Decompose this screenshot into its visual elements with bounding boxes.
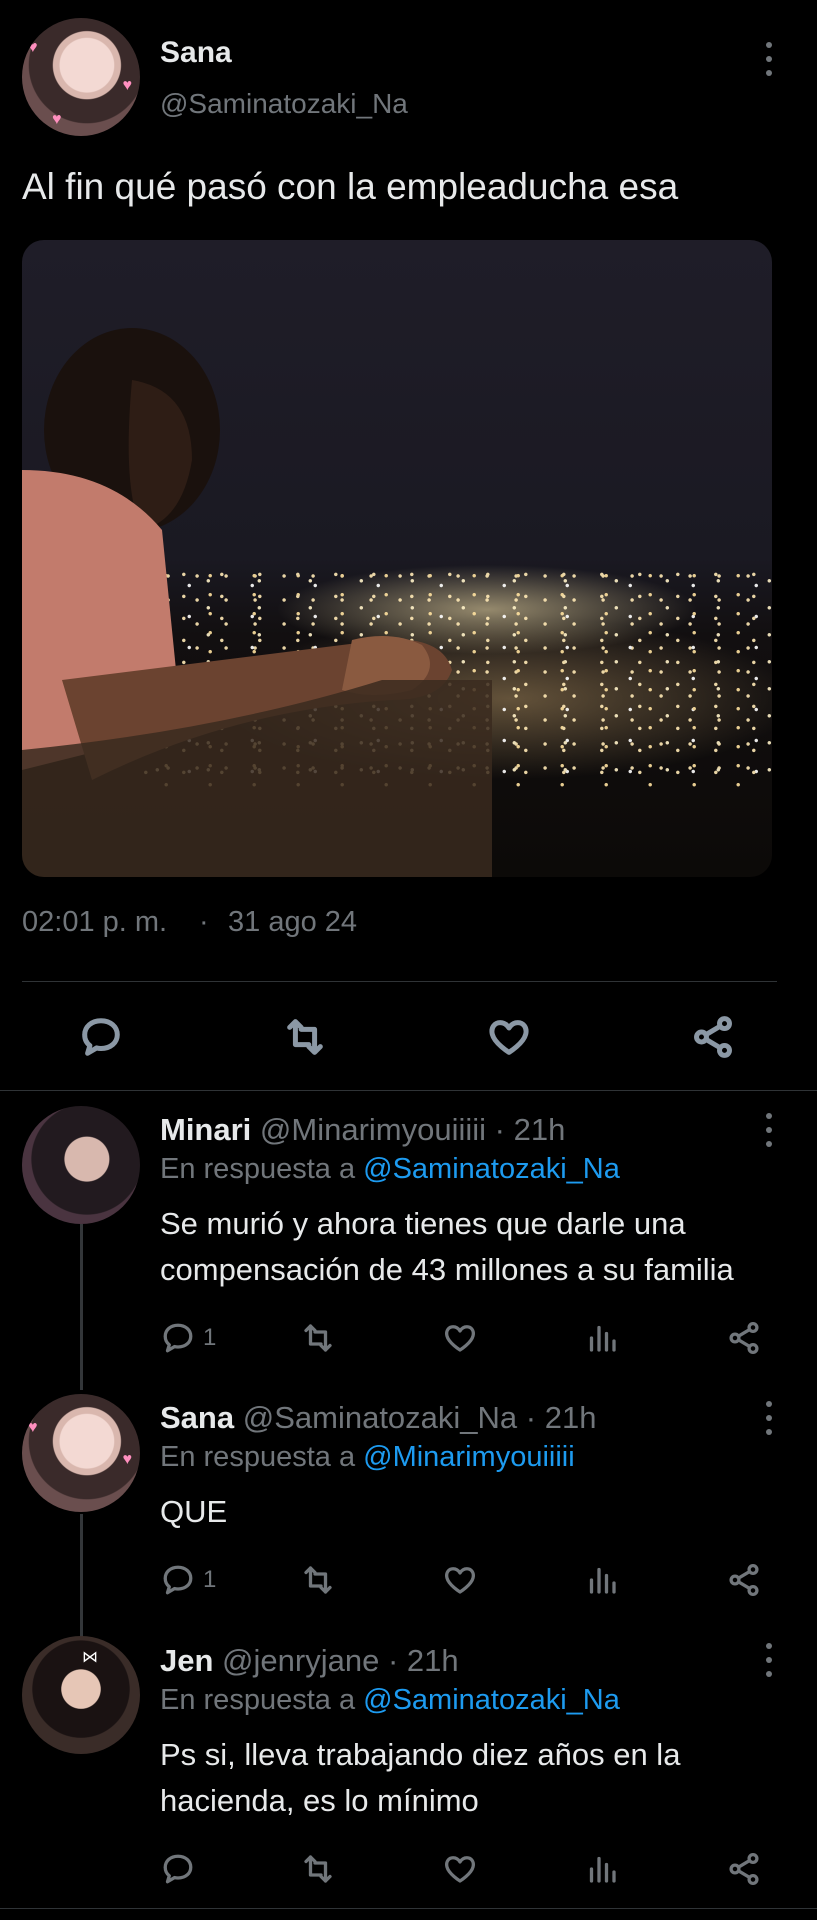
- share-icon[interactable]: [726, 1562, 762, 1598]
- tweet-date-separator: ·: [199, 906, 209, 938]
- more-icon[interactable]: [759, 1643, 779, 1677]
- bow-icon: ⋈: [82, 1649, 98, 1666]
- reply-text-line: hacienda, es lo mínimo: [160, 1783, 479, 1818]
- reply-context: En respuesta a @Minarimyouiiiii: [160, 1441, 575, 1474]
- heart-sticker-icon: ♥: [28, 1419, 38, 1436]
- reply-time: · 21h: [494, 1112, 566, 1147]
- reply-icon[interactable]: [78, 1014, 124, 1060]
- reply-text-line: Ps si, lleva trabajando diez años en la: [160, 1737, 681, 1772]
- reply-context: En respuesta a @Saminatozaki_Na: [160, 1153, 620, 1186]
- reply-icon[interactable]: [160, 1320, 196, 1356]
- share-icon[interactable]: [726, 1320, 762, 1356]
- reply-count: 1: [203, 1566, 217, 1593]
- reply-to-link[interactable]: @Saminatozaki_Na: [363, 1684, 620, 1716]
- reply-time: · 21h: [525, 1400, 597, 1435]
- reply-header: Minari @Minarimyouiiiii · 21h: [160, 1112, 565, 1148]
- reply-context: En respuesta a @Saminatozaki_Na: [160, 1684, 620, 1717]
- views-icon[interactable]: [584, 1320, 620, 1356]
- heart-sticker-icon: ♥: [28, 39, 38, 56]
- author-name[interactable]: Sana: [160, 1400, 234, 1435]
- thread-line: [80, 1514, 83, 1638]
- reply-text-line: Se murió y ahora tienes que darle una: [160, 1206, 686, 1241]
- tweet-photo[interactable]: [22, 240, 772, 877]
- reply-text-line: QUE: [160, 1494, 228, 1529]
- share-icon[interactable]: [726, 1851, 762, 1887]
- share-icon[interactable]: [690, 1014, 736, 1060]
- retweet-icon[interactable]: [300, 1851, 336, 1887]
- reply-header: Jen @jenryjane · 21h: [160, 1643, 459, 1679]
- heart-icon[interactable]: [486, 1014, 532, 1060]
- retweet-icon[interactable]: [282, 1014, 328, 1060]
- author-name[interactable]: Minari: [160, 1112, 251, 1147]
- reply-time: · 21h: [387, 1643, 459, 1678]
- reply-prefix: En respuesta a: [160, 1441, 356, 1473]
- views-icon[interactable]: [584, 1562, 620, 1598]
- reply-header: Sana @Saminatozaki_Na · 21h: [160, 1400, 596, 1436]
- reply-to-link[interactable]: @Saminatozaki_Na: [363, 1153, 620, 1185]
- more-icon[interactable]: [759, 1401, 779, 1435]
- reply-prefix: En respuesta a: [160, 1153, 356, 1185]
- tweet-text: Al fin qué pasó con la empleaducha esa: [22, 166, 679, 207]
- tweet-time: 02:01 p. m.: [22, 906, 168, 938]
- heart-icon[interactable]: [442, 1851, 478, 1887]
- heart-icon[interactable]: [442, 1562, 478, 1598]
- heart-sticker-icon: ♥: [122, 1451, 133, 1468]
- divider: [0, 1090, 817, 1091]
- reply-count: 1: [203, 1324, 217, 1351]
- avatar[interactable]: ♥ ♥: [22, 1394, 140, 1512]
- divider: [0, 1908, 817, 1909]
- reply-icon[interactable]: [160, 1562, 196, 1598]
- reply-prefix: En respuesta a: [160, 1684, 356, 1716]
- author-handle[interactable]: @Saminatozaki_Na: [243, 1400, 517, 1435]
- divider: [22, 981, 777, 982]
- reply-text-line: compensación de 43 millones a su familia: [160, 1252, 734, 1287]
- heart-sticker-icon: ♥: [52, 111, 62, 128]
- avatar[interactable]: ♥ ♥ ♥: [22, 18, 140, 136]
- views-icon[interactable]: [584, 1851, 620, 1887]
- tweet-date: 31 ago 24: [228, 906, 358, 938]
- author-name[interactable]: Jen: [160, 1643, 213, 1678]
- author-name[interactable]: Sana: [160, 36, 232, 70]
- person-silhouette: [22, 328, 492, 877]
- more-icon[interactable]: [759, 42, 779, 76]
- retweet-icon[interactable]: [300, 1320, 336, 1356]
- more-icon[interactable]: [759, 1113, 779, 1147]
- heart-icon[interactable]: [442, 1320, 478, 1356]
- thread-line: [80, 1224, 83, 1390]
- retweet-icon[interactable]: [300, 1562, 336, 1598]
- author-handle[interactable]: @Minarimyouiiiii: [260, 1112, 486, 1147]
- reply-icon[interactable]: [160, 1851, 196, 1887]
- reply-to-link[interactable]: @Minarimyouiiiii: [363, 1441, 575, 1473]
- author-handle[interactable]: @jenryjane: [222, 1643, 379, 1678]
- author-handle[interactable]: @Saminatozaki_Na: [160, 88, 408, 120]
- avatar[interactable]: ⋈: [22, 1636, 140, 1754]
- avatar[interactable]: [22, 1106, 140, 1224]
- heart-sticker-icon: ♥: [122, 77, 133, 94]
